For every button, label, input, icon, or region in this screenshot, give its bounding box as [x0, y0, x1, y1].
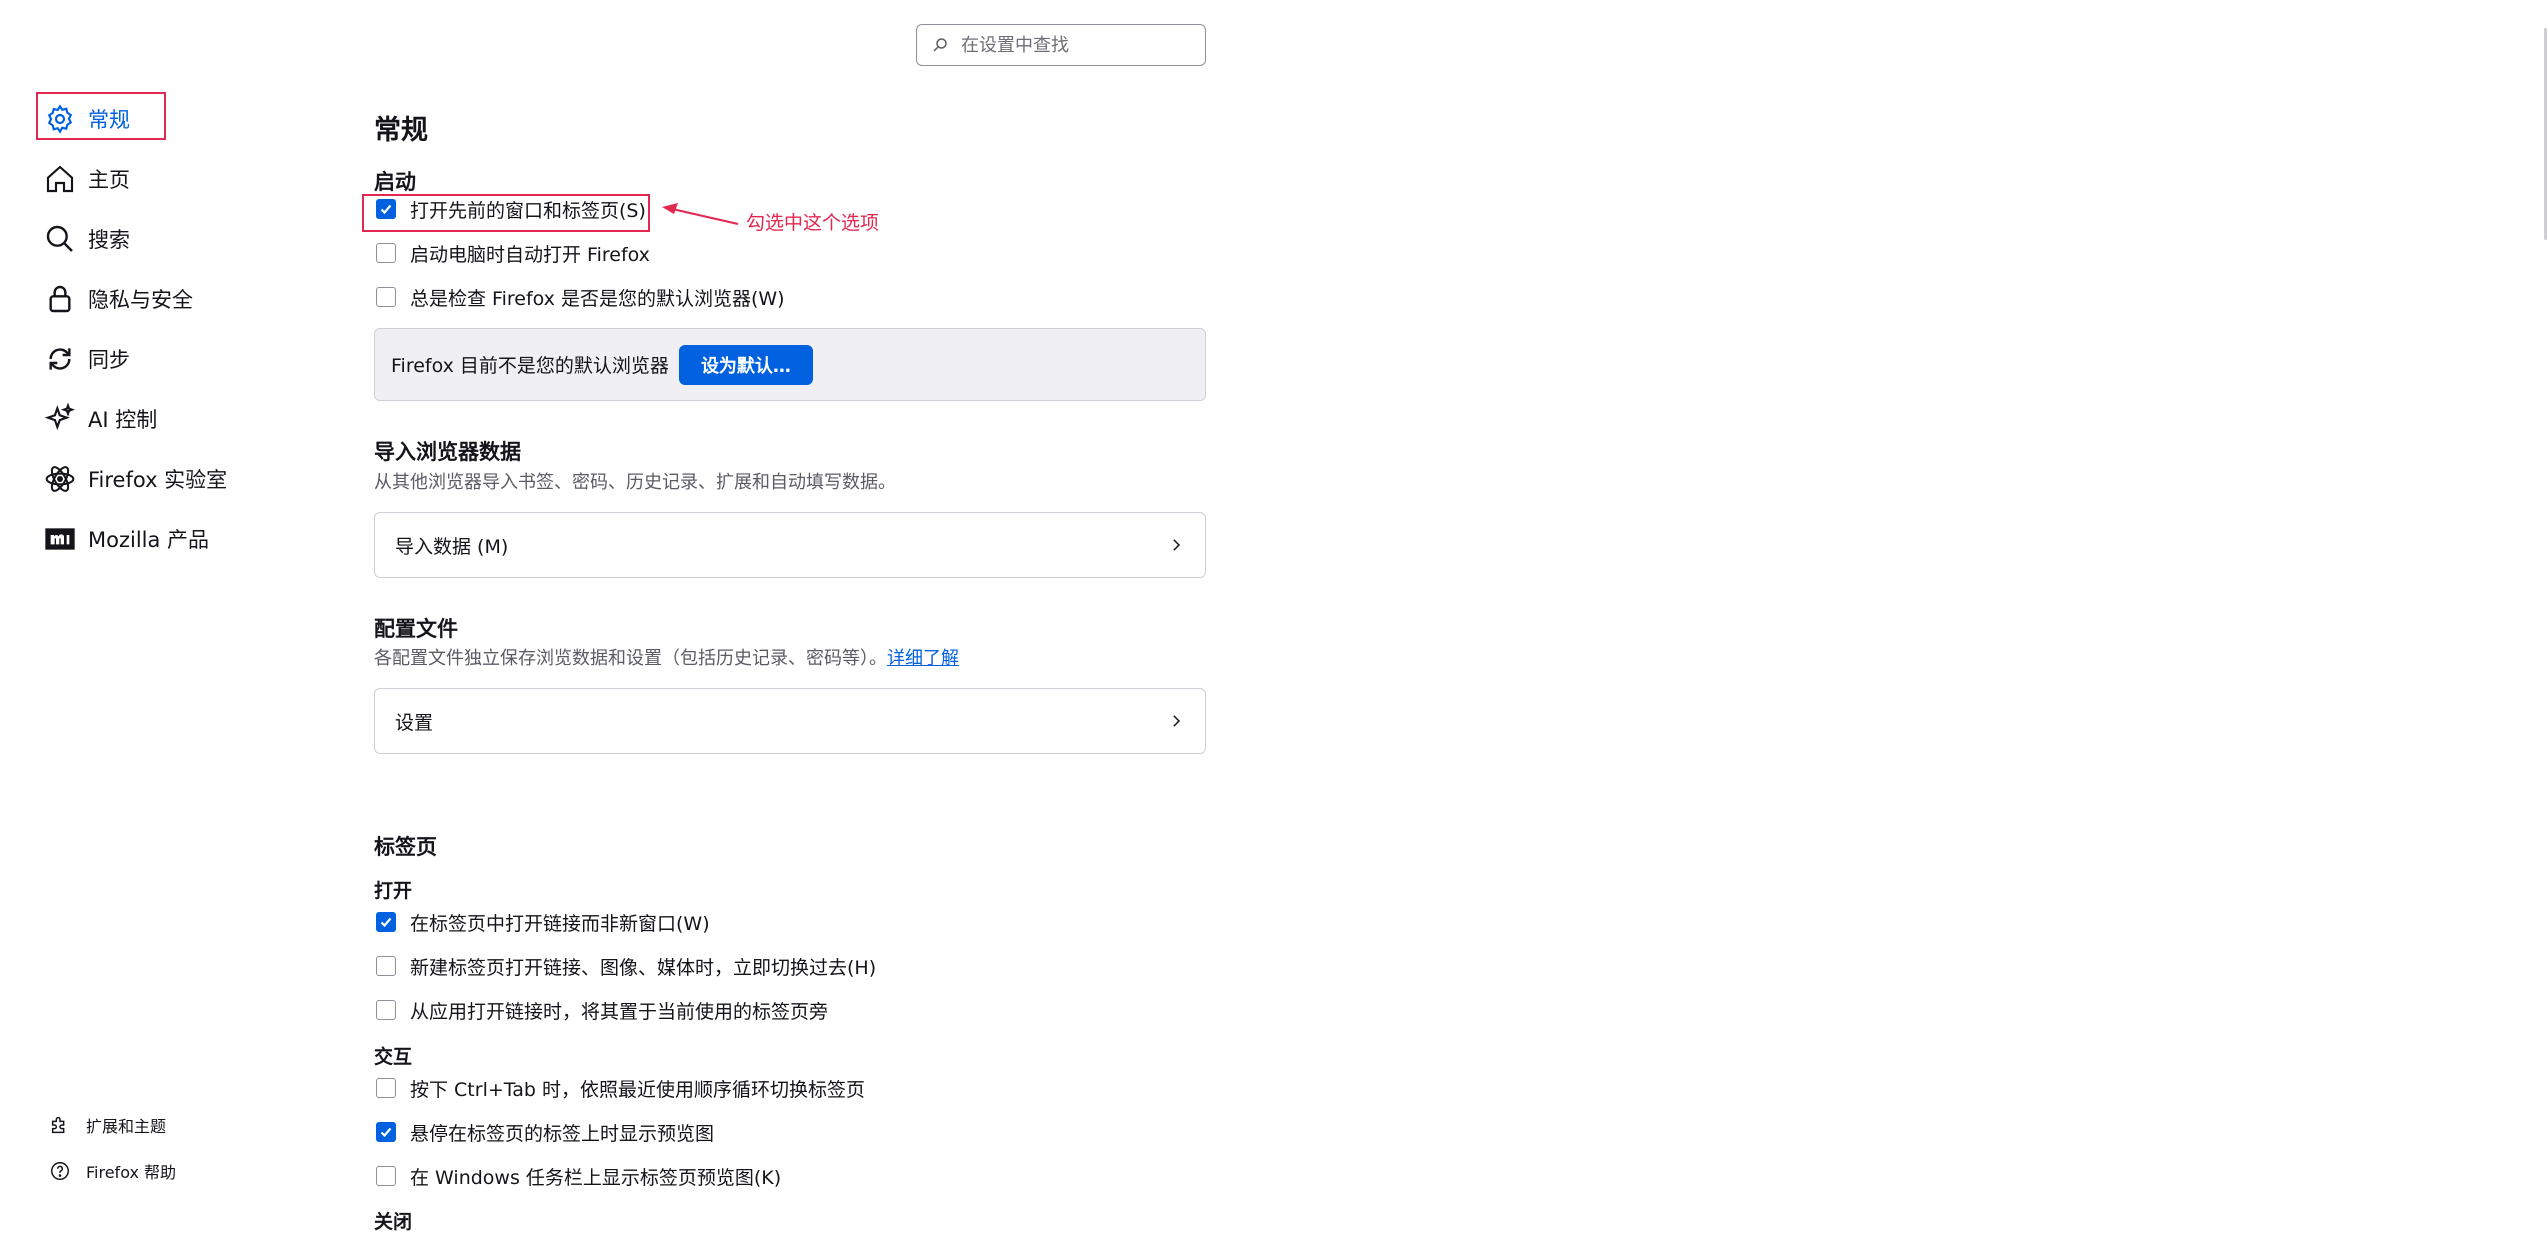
checkbox-label: 总是检查 Firefox 是否是您的默认浏览器(W) — [410, 287, 785, 310]
default-browser-notice: Firefox 目前不是您的默认浏览器 设为默认… — [374, 328, 1206, 401]
help-icon — [44, 1155, 76, 1187]
checkbox-label: 悬停在标签页的标签上时显示预览图 — [410, 1122, 715, 1145]
sidebar-item-search[interactable]: 搜索 — [38, 215, 298, 263]
checkbox-label: 按下 Ctrl+Tab 时，依照最近使用顺序循环切换标签页 — [410, 1078, 865, 1101]
mozilla-logo-icon — [38, 517, 82, 561]
sidebar-item-label: AI 控制 — [88, 408, 158, 432]
tabs-close-heading: 关闭 — [374, 1211, 413, 1233]
checkbox-label: 在标签页中打开链接而非新窗口(W) — [410, 912, 710, 935]
lock-icon — [38, 277, 82, 321]
profiles-heading: 配置文件 — [374, 617, 458, 641]
profiles-settings-button[interactable]: 设置 — [374, 688, 1206, 754]
taskbar-previews-checkbox[interactable]: 在 Windows 任务栏上显示标签页预览图(K) — [374, 1161, 781, 1191]
set-default-button[interactable]: 设为默认… — [678, 344, 813, 385]
checkbox-label: 从应用打开链接时，将其置于当前使用的标签页旁 — [410, 1000, 829, 1023]
chevron-right-icon — [1173, 715, 1181, 727]
checkbox-label: 新建标签页打开链接、图像、媒体时，立即切换过去(H) — [410, 956, 877, 979]
sidebar-item-sync[interactable]: 同步 — [38, 335, 298, 383]
chevron-right-icon — [1173, 539, 1181, 551]
annotation-arrow-icon — [662, 203, 739, 225]
check-default-browser-checkbox[interactable]: 总是检查 Firefox 是否是您的默认浏览器(W) — [374, 282, 785, 312]
annotation-text: 勾选中这个选项 — [746, 212, 880, 234]
home-icon — [38, 157, 82, 201]
sidebar-item-privacy[interactable]: 隐私与安全 — [38, 275, 298, 323]
import-heading: 导入浏览器数据 — [374, 440, 521, 464]
checkbox-checked[interactable] — [376, 1122, 396, 1142]
tab-hover-preview-checkbox[interactable]: 悬停在标签页的标签上时显示预览图 — [374, 1117, 714, 1147]
sidebar-item-label: 主页 — [88, 168, 130, 192]
autostart-checkbox[interactable]: 启动电脑时自动打开 Firefox — [374, 238, 650, 268]
sidebar-item-label: 隐私与安全 — [88, 288, 193, 312]
ctrl-tab-recent-checkbox[interactable]: 按下 Ctrl+Tab 时，依照最近使用顺序循环切换标签页 — [374, 1073, 865, 1103]
scrollbar-thumb[interactable] — [2544, 28, 2547, 240]
check-icon — [380, 917, 392, 928]
sparkle-icon — [38, 397, 82, 441]
default-browser-text: Firefox 目前不是您的默认浏览器 — [391, 355, 669, 377]
sidebar-item-general[interactable]: 常规 — [38, 95, 298, 143]
import-data-label: 导入数据 (M) — [395, 535, 509, 558]
open-links-in-tabs-checkbox[interactable]: 在标签页中打开链接而非新窗口(W) — [374, 907, 710, 937]
checkbox-unchecked[interactable] — [376, 1166, 396, 1186]
profiles-description: 各配置文件独立保存浏览数据和设置（包括历史记录、密码等）。详细了解 — [374, 644, 959, 670]
sidebar: 常规 主页 搜索 隐私与安全 同步 AI 控制 Firefox 实验室 Mozi… — [0, 0, 340, 1235]
sidebar-item-ai-controls[interactable]: AI 控制 — [38, 395, 298, 443]
checkbox-unchecked[interactable] — [376, 287, 396, 307]
flask-icon — [38, 457, 82, 501]
checkbox-checked[interactable] — [376, 912, 396, 932]
scrollbar[interactable] — [2535, 0, 2548, 1235]
sidebar-item-label: 同步 — [88, 348, 130, 372]
import-data-button[interactable]: 导入数据 (M) — [374, 512, 1206, 578]
sync-icon — [38, 337, 82, 381]
checkbox-label: 启动电脑时自动打开 Firefox — [410, 243, 650, 266]
sidebar-item-label: 常规 — [88, 108, 130, 132]
learn-more-link[interactable]: 详细了解 — [887, 648, 959, 669]
gear-icon — [38, 97, 82, 141]
import-description: 从其他浏览器导入书签、密码、历史记录、扩展和自动填写数据。 — [374, 472, 896, 493]
switch-to-new-tab-checkbox[interactable]: 新建标签页打开链接、图像、媒体时，立即切换过去(H) — [374, 951, 876, 981]
puzzle-icon — [44, 1109, 76, 1141]
annotation-highlight-box — [362, 194, 650, 232]
checkbox-unchecked[interactable] — [376, 956, 396, 976]
page-title: 常规 — [374, 115, 428, 146]
sidebar-item-label: Mozilla 产品 — [88, 528, 210, 552]
open-app-links-next-checkbox[interactable]: 从应用打开链接时，将其置于当前使用的标签页旁 — [374, 995, 828, 1025]
checkbox-label: 在 Windows 任务栏上显示标签页预览图(K) — [410, 1166, 782, 1189]
profiles-settings-label: 设置 — [395, 711, 434, 734]
checkbox-unchecked[interactable] — [376, 1078, 396, 1098]
checkbox-unchecked[interactable] — [376, 1000, 396, 1020]
footer-item-label: Firefox 帮助 — [86, 1163, 177, 1182]
tabs-heading: 标签页 — [374, 835, 437, 859]
search-icon — [38, 217, 82, 261]
sidebar-footer-help[interactable]: Firefox 帮助 — [44, 1153, 176, 1189]
sidebar-item-home[interactable]: 主页 — [38, 155, 298, 203]
sidebar-footer-extensions[interactable]: 扩展和主题 — [44, 1107, 166, 1143]
footer-item-label: 扩展和主题 — [86, 1117, 167, 1136]
checkbox-unchecked[interactable] — [376, 243, 396, 263]
sidebar-item-label: 搜索 — [88, 228, 130, 252]
startup-heading: 启动 — [374, 170, 416, 194]
tabs-open-heading: 打开 — [374, 880, 413, 902]
check-icon — [380, 1127, 392, 1138]
sidebar-item-label: Firefox 实验室 — [88, 468, 228, 492]
sidebar-item-mozilla-products[interactable]: Mozilla 产品 — [38, 515, 298, 563]
tabs-interact-heading: 交互 — [374, 1046, 413, 1068]
profiles-description-text: 各配置文件独立保存浏览数据和设置（包括历史记录、密码等）。 — [374, 648, 887, 669]
sidebar-item-firefox-labs[interactable]: Firefox 实验室 — [38, 455, 298, 503]
main-content: 常规 启动 打开先前的窗口和标签页(S) 启动电脑时自动打开 Firefox 总… — [374, 0, 1214, 1235]
